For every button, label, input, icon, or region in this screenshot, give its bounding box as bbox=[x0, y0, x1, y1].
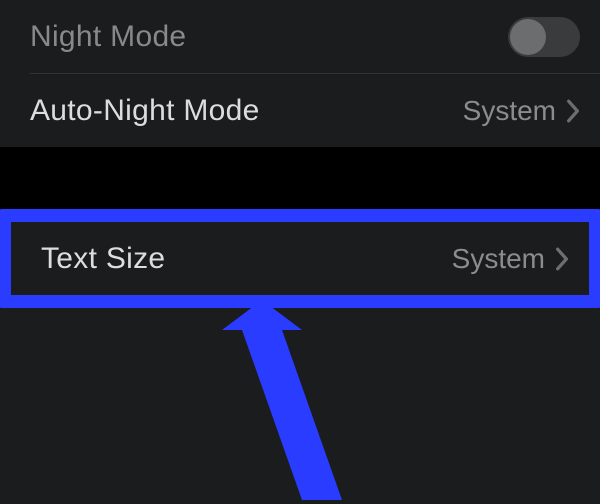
row-label-night-mode: Night Mode bbox=[30, 20, 186, 54]
row-value-wrap: System bbox=[452, 243, 569, 275]
toggle-track bbox=[508, 17, 580, 57]
row-value-text-size: System bbox=[452, 243, 545, 275]
row-night-mode[interactable]: Night Mode bbox=[0, 0, 600, 73]
section-gap bbox=[0, 147, 600, 211]
chevron-right-icon bbox=[555, 247, 569, 271]
toggle-knob bbox=[510, 19, 546, 55]
row-label-text-size: Text Size bbox=[41, 242, 165, 276]
chevron-right-icon bbox=[566, 99, 580, 123]
row-value-wrap: System bbox=[463, 95, 580, 127]
annotation-highlight: Text Size System bbox=[0, 209, 600, 308]
row-auto-night-mode[interactable]: Auto-Night Mode System bbox=[0, 74, 600, 147]
settings-group-bottom: Text Size System bbox=[0, 209, 600, 504]
row-text-size[interactable]: Text Size System bbox=[11, 222, 589, 295]
settings-group-top: Night Mode Auto-Night Mode System bbox=[0, 0, 600, 147]
row-label-auto-night-mode: Auto-Night Mode bbox=[30, 94, 260, 128]
row-value-auto-night-mode: System bbox=[463, 95, 556, 127]
toggle-night-mode[interactable] bbox=[508, 17, 580, 57]
